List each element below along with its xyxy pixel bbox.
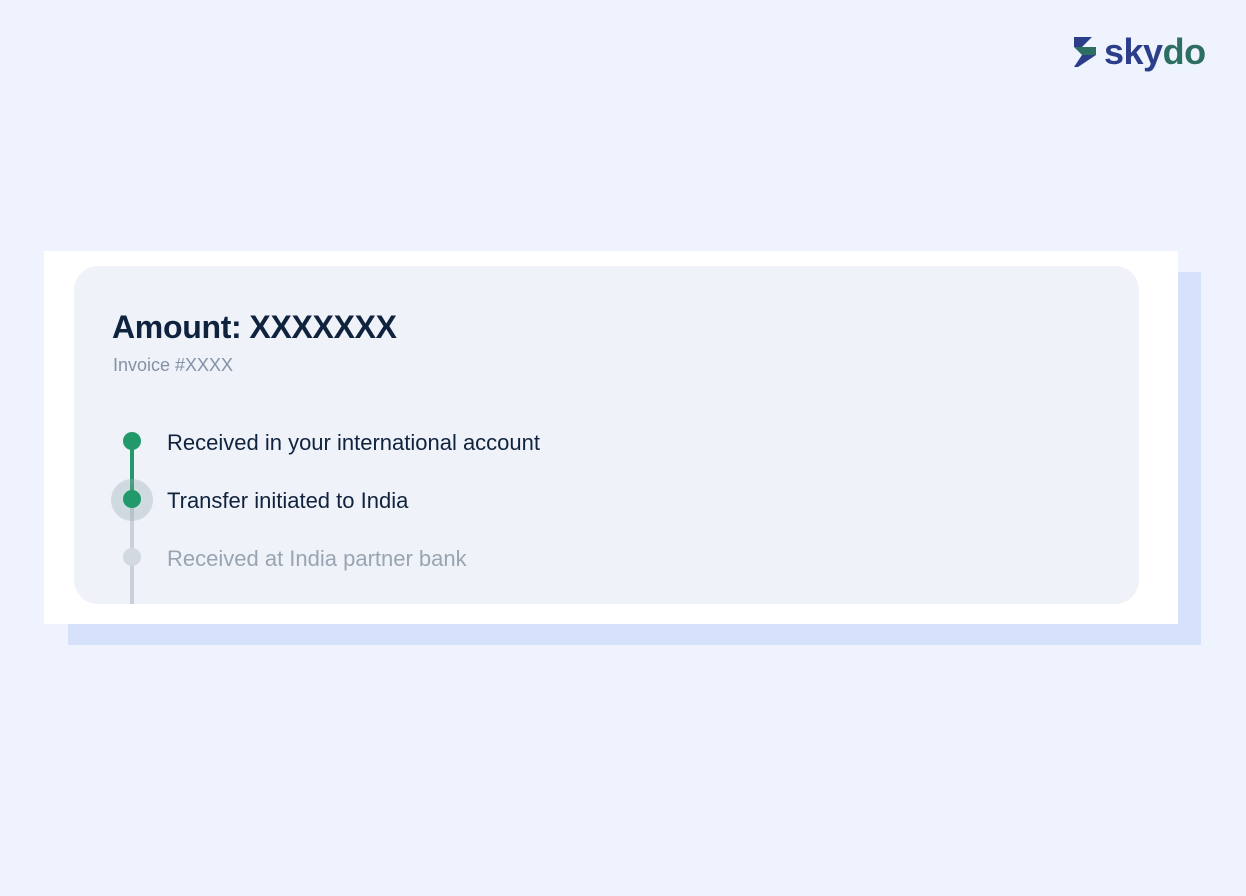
- amount-title: Amount: XXXXXXX: [112, 306, 397, 348]
- timeline-step-received-partner-bank: Received at India partner bank: [167, 546, 467, 571]
- logo-text-sky: sky: [1104, 31, 1163, 72]
- amount-label: Amount:: [112, 309, 242, 345]
- invoice-number: Invoice #XXXX: [113, 355, 234, 375]
- step-complete-dot: [123, 432, 141, 450]
- timeline-step-received-international: Received in your international account: [167, 430, 541, 455]
- amount-value: XXXXXXX: [249, 309, 397, 345]
- timeline-step-transfer-initiated: Transfer initiated to India: [167, 488, 409, 513]
- skydo-wordmark: skydo: [1104, 30, 1206, 74]
- step-active-dot: [123, 490, 141, 508]
- skydo-logo-icon: [1074, 37, 1096, 67]
- logo-text-do: do: [1162, 31, 1206, 72]
- skydo-logo: skydo: [1070, 30, 1206, 74]
- step-pending-dot: [123, 548, 141, 566]
